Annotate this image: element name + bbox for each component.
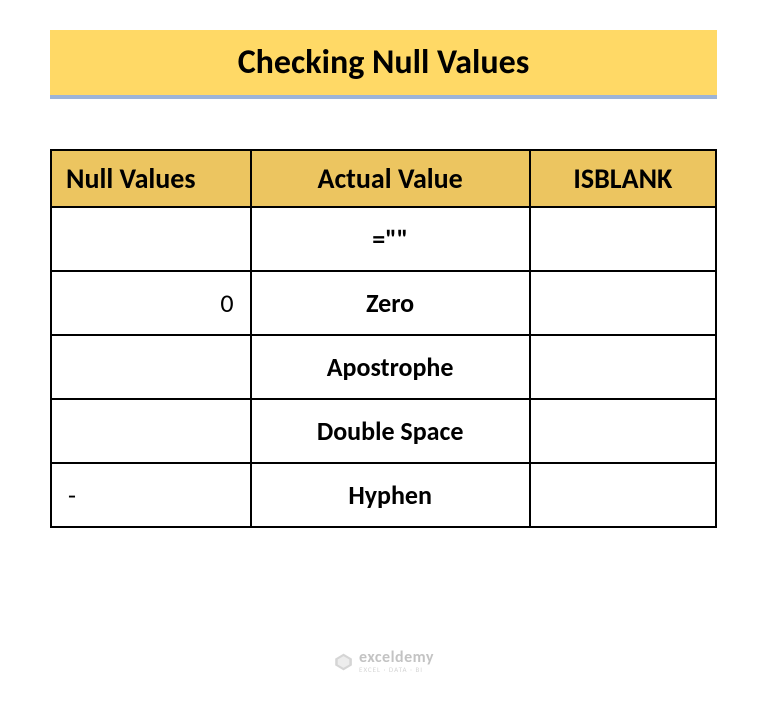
cell-null-value bbox=[51, 335, 251, 399]
cell-null-value: 0 bbox=[51, 271, 251, 335]
watermark-main-text: exceldemy bbox=[359, 650, 434, 666]
null-values-table: Null Values Actual Value ISBLANK ="" 0 Z… bbox=[50, 149, 717, 528]
cell-actual-value: Double Space bbox=[251, 399, 530, 463]
header-null-values: Null Values bbox=[51, 150, 251, 207]
watermark: exceldemy EXCEL · DATA · BI bbox=[333, 650, 434, 673]
watermark-sub-text: EXCEL · DATA · BI bbox=[359, 666, 434, 673]
title-banner: Checking Null Values bbox=[50, 30, 717, 99]
table-row: Apostrophe bbox=[51, 335, 716, 399]
table-row: ="" bbox=[51, 207, 716, 271]
exceldemy-logo-icon bbox=[333, 652, 353, 672]
cell-isblank bbox=[530, 463, 716, 527]
page-title: Checking Null Values bbox=[238, 42, 530, 83]
header-actual-value: Actual Value bbox=[251, 150, 530, 207]
cell-actual-value: ="" bbox=[251, 207, 530, 271]
cell-null-value bbox=[51, 399, 251, 463]
cell-null-value bbox=[51, 207, 251, 271]
cell-actual-value: Hyphen bbox=[251, 463, 530, 527]
table-row: 0 Zero bbox=[51, 271, 716, 335]
table-header-row: Null Values Actual Value ISBLANK bbox=[51, 150, 716, 207]
cell-isblank bbox=[530, 399, 716, 463]
cell-actual-value: Zero bbox=[251, 271, 530, 335]
watermark-text-block: exceldemy EXCEL · DATA · BI bbox=[359, 650, 434, 673]
cell-null-value: - bbox=[51, 463, 251, 527]
cell-actual-value: Apostrophe bbox=[251, 335, 530, 399]
cell-isblank bbox=[530, 207, 716, 271]
table-row: Double Space bbox=[51, 399, 716, 463]
cell-isblank bbox=[530, 335, 716, 399]
header-isblank: ISBLANK bbox=[530, 150, 716, 207]
table-row: - Hyphen bbox=[51, 463, 716, 527]
cell-isblank bbox=[530, 271, 716, 335]
